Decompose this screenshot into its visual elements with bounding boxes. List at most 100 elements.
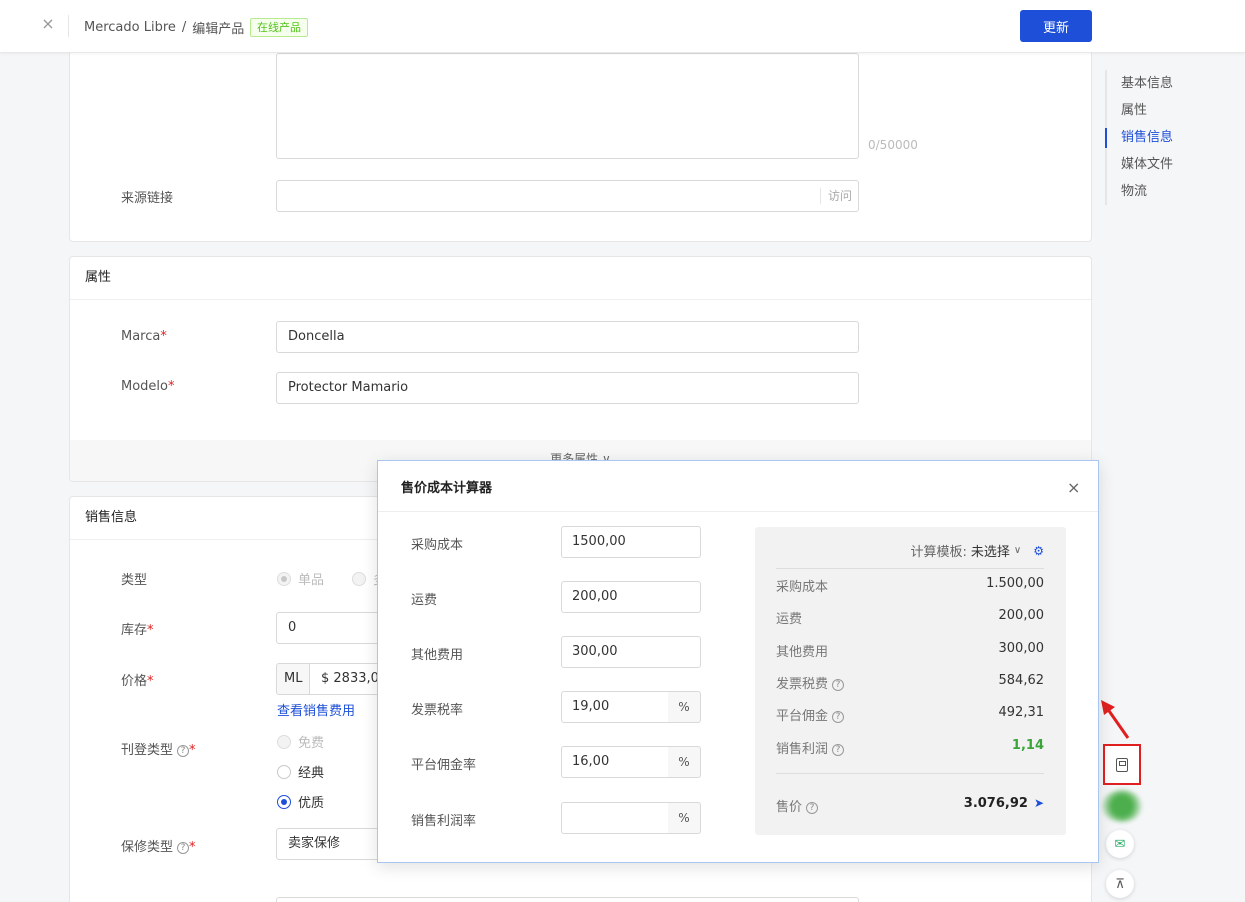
summary-key-text: 发票税费 [776, 677, 829, 692]
required-mark: * [147, 623, 154, 638]
template-label: 计算模板: [910, 545, 967, 560]
profit-value: 1,14 [1011, 738, 1044, 753]
description-char-count: 0/50000 [868, 138, 918, 152]
listing-premium-label: 优质 [298, 796, 325, 811]
model-label-text: Modelo [121, 379, 168, 394]
stock-label: 库存* [121, 619, 154, 638]
update-button[interactable]: 更新 [1020, 10, 1092, 42]
listing-type-label: 刊登类型? * [121, 739, 196, 758]
description-textarea[interactable] [276, 53, 859, 159]
attributes-title: 属性 [70, 257, 1091, 300]
model-input[interactable]: Protector Mamario [276, 372, 859, 404]
source-link-input[interactable]: 访问 [276, 180, 859, 212]
summary-key: 发票税费? [776, 673, 845, 692]
status-badge: 在线产品 [250, 18, 308, 37]
listing-classic-radio[interactable]: 经典 [277, 762, 324, 781]
listing-type-label-text: 刊登类型 [121, 743, 174, 758]
divider [776, 773, 1044, 774]
send-icon[interactable]: ➤ [1034, 796, 1044, 810]
gear-icon[interactable]: ⚙ [1033, 544, 1044, 558]
anchor-basic-info[interactable]: 基本信息 [1107, 70, 1215, 97]
selling-price-row: 售价? 3.076,92 ➤ [776, 796, 1044, 815]
type-single-radio[interactable]: 单品 [277, 569, 324, 588]
breadcrumb-root[interactable]: Mercado Libre [84, 20, 176, 35]
required-mark: * [147, 674, 154, 689]
shipping-input[interactable]: 200,00 [561, 581, 701, 613]
calculation-summary: 计算模板: 未选择 ∨ ⚙ 采购成本 1.500,00 运费 200,00 其他… [755, 527, 1066, 835]
summary-key: 平台佣金? [776, 705, 845, 724]
chevron-down-icon: ∨ [1013, 545, 1022, 556]
summary-key: 运费 [776, 612, 803, 627]
commission-rate-label: 平台佣金率 [411, 758, 477, 773]
calculator-icon [1116, 757, 1128, 772]
summary-key: 销售利润? [776, 738, 845, 757]
selling-price-label-text: 售价 [776, 800, 803, 815]
price-cost-calculator-modal: 售价成本计算器 × 采购成本 1500,00 运费 200,00 其他费用 30… [377, 460, 1099, 863]
next-field-input[interactable] [276, 897, 859, 902]
anchor-sales-info[interactable]: 销售信息 [1105, 124, 1215, 151]
selling-price-value: 3.076,92 [963, 796, 1028, 811]
section-anchor-nav: 基本信息 属性 销售信息 媒体文件 物流 [1105, 70, 1215, 205]
help-icon[interactable]: ? [806, 801, 819, 814]
wechat-icon[interactable]: ✉ [1106, 830, 1134, 858]
modal-title: 售价成本计算器 [401, 481, 493, 496]
view-sales-fee-link[interactable]: 查看销售费用 [277, 700, 355, 719]
radio-dot [352, 571, 366, 586]
price-label-text: 价格 [121, 674, 148, 689]
commission-rate-input[interactable]: 16,00 [561, 746, 669, 778]
required-mark: * [189, 840, 196, 855]
template-selector[interactable]: 计算模板: 未选择 ∨ ⚙ [910, 541, 1045, 561]
help-icon[interactable]: ? [832, 743, 845, 756]
summary-value: 200,00 [998, 608, 1045, 623]
breadcrumb: Mercado Libre / 编辑产品 [84, 18, 244, 37]
divider [776, 568, 1044, 569]
other-fees-input[interactable]: 300,00 [561, 636, 701, 668]
help-icon[interactable]: ? [177, 841, 190, 854]
radio-dot [277, 764, 291, 779]
brand-input[interactable]: Doncella [276, 321, 859, 353]
summary-value: 1.500,00 [986, 576, 1044, 591]
summary-key: 其他费用 [776, 645, 829, 660]
summary-value: 300,00 [998, 641, 1045, 656]
close-icon[interactable]: × [1067, 480, 1080, 496]
shipping-label: 运费 [411, 593, 438, 608]
top-bar: × Mercado Libre / 编辑产品 在线产品 更新 [0, 0, 1245, 53]
purchase-cost-input[interactable]: 1500,00 [561, 526, 701, 558]
avatar[interactable] [1102, 790, 1142, 822]
close-icon[interactable]: × [40, 14, 56, 34]
divider [378, 511, 1098, 512]
summary-value: 492,31 [998, 705, 1045, 720]
percent-addon: % [668, 802, 701, 834]
help-icon[interactable]: ? [832, 678, 845, 691]
required-mark: * [160, 329, 167, 344]
type-single-label: 单品 [298, 573, 325, 588]
profit-margin-label: 销售利润率 [411, 814, 477, 829]
anchor-logistics[interactable]: 物流 [1107, 178, 1215, 205]
listing-free-radio[interactable]: 免费 [277, 732, 324, 751]
brand-label-text: Marca [121, 329, 161, 344]
invoice-tax-rate-label: 发票税率 [411, 703, 464, 718]
summary-row: 销售利润? 1,14 [776, 738, 1044, 757]
basic-info-card: 0/50000 来源链接 访问 [69, 30, 1092, 242]
selling-price-label: 售价? [776, 796, 819, 815]
calculator-button[interactable] [1103, 744, 1141, 785]
invoice-tax-rate-input[interactable]: 19,00 [561, 691, 669, 723]
price-label: 价格* [121, 670, 154, 689]
summary-row: 发票税费? 584,62 [776, 673, 1044, 692]
anchor-attributes[interactable]: 属性 [1107, 97, 1215, 124]
visit-button[interactable]: 访问 [819, 188, 852, 204]
help-icon[interactable]: ? [177, 744, 190, 757]
help-icon[interactable]: ? [832, 710, 845, 723]
back-to-top-icon[interactable]: ⊼ [1106, 870, 1134, 898]
anchor-media-files[interactable]: 媒体文件 [1107, 151, 1215, 178]
summary-row: 运费 200,00 [776, 608, 1044, 627]
source-link-label: 来源链接 [121, 191, 174, 206]
profit-margin-input[interactable] [561, 802, 669, 834]
radio-dot [277, 794, 291, 809]
listing-premium-radio[interactable]: 优质 [277, 792, 324, 811]
template-value: 未选择 [970, 545, 1010, 560]
breadcrumb-separator: / [181, 20, 187, 35]
required-mark: * [189, 743, 196, 758]
warranty-type-label-text: 保修类型 [121, 840, 174, 855]
attributes-card: 属性 Marca* Doncella Modelo* Protector Mam… [69, 256, 1092, 482]
